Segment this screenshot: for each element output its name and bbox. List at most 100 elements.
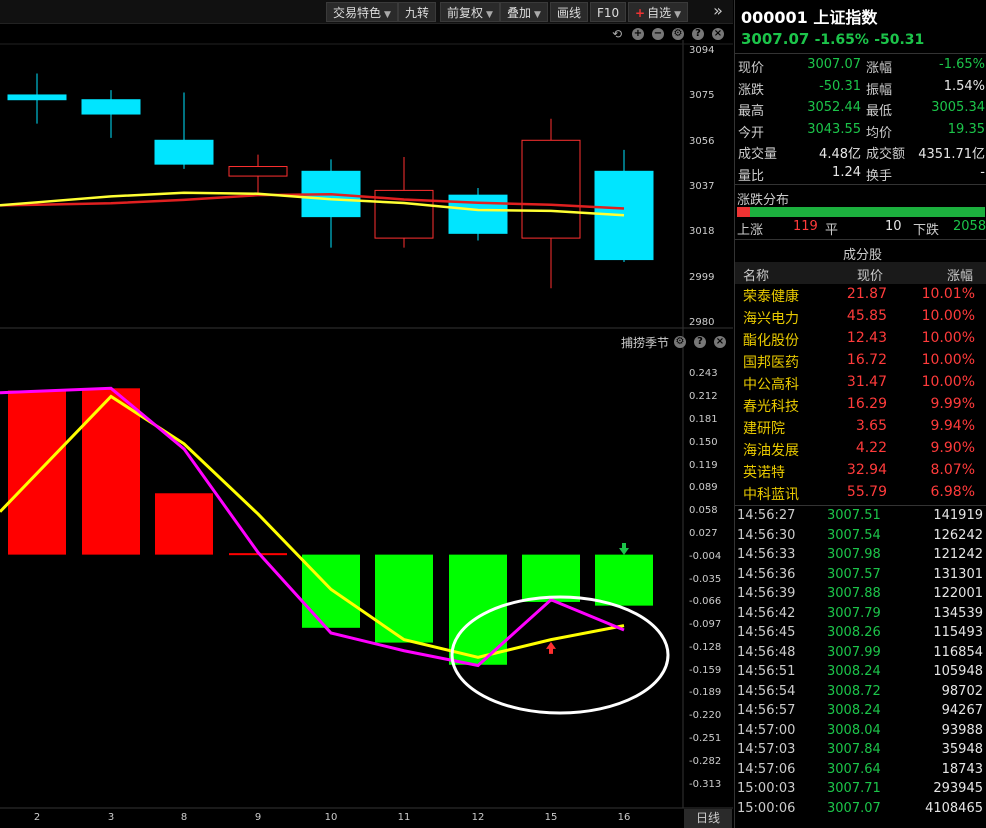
stat-label: 振幅	[866, 82, 893, 98]
candle	[7, 94, 67, 101]
indicator-tick-label: -0.220	[689, 710, 722, 722]
header-price[interactable]: 现价	[857, 265, 883, 284]
date-tick-label: 2	[33, 812, 41, 823]
indicator-name[interactable]: 捕捞季节	[621, 334, 669, 351]
indicator-tick-label: -0.004	[689, 550, 722, 562]
up-count: 119	[793, 219, 818, 234]
stat-value: -	[980, 164, 985, 180]
stat-value: 4351.71亿	[918, 147, 985, 162]
f10-button[interactable]: F10	[590, 2, 627, 22]
price-tick-label: 2999	[689, 271, 715, 283]
indicator-tick-label: -0.097	[689, 619, 722, 631]
quote-panel: 000001 上证指数 3007.07 -1.65% -50.31 现价 300…	[734, 0, 986, 828]
stat-value: 4.48亿	[819, 147, 861, 162]
stat-value: 3007.07	[807, 57, 861, 72]
stat-label: 涨跌	[738, 82, 765, 98]
adjust-button[interactable]: 前复权 ▼	[440, 2, 500, 22]
indicator-tick-label: 0.181	[689, 413, 718, 425]
help-icon[interactable]: ?	[692, 28, 704, 40]
draw-line-button[interactable]: 画线	[550, 2, 589, 22]
stat-label: 换手	[866, 168, 893, 184]
stat-value: 3052.44	[807, 100, 861, 115]
indicator-bar	[155, 493, 213, 555]
stat-value: -1.65%	[939, 57, 985, 72]
stat-value: 3005.34	[931, 100, 985, 115]
sell-arrow-icon	[619, 542, 629, 555]
indicator-tick-label: 0.150	[689, 436, 718, 448]
indicator-tick-label: 0.119	[689, 459, 718, 471]
stat-label: 涨幅	[866, 61, 893, 76]
indicator-tick-label: -0.282	[689, 756, 722, 768]
watchlist-button[interactable]: + 自选 ▼	[628, 2, 688, 22]
indicator-close-icon[interactable]: ×	[714, 336, 726, 348]
trade-feature-button[interactable]: 交易特色 ▼	[326, 2, 398, 22]
indicator-settings-icon[interactable]: ⚙	[674, 336, 686, 348]
indicator-tick-label: 0.089	[689, 481, 718, 493]
refresh-icon[interactable]: ⟲	[612, 27, 622, 41]
indicator-bar	[302, 554, 360, 628]
plus-icon: +	[635, 6, 646, 20]
down-count: 2058	[953, 219, 986, 234]
indicator-bar	[82, 388, 140, 555]
price-tick-label: 3094	[689, 45, 715, 56]
date-tick-label: 11	[397, 812, 411, 823]
indicator-tick-label: -0.189	[689, 687, 722, 699]
flat-count: 10	[885, 219, 902, 234]
stat-label: 成交量	[738, 147, 778, 162]
up-label: 上涨	[737, 223, 764, 238]
dist-bar	[737, 207, 985, 217]
price-tick-label: 3075	[689, 90, 715, 102]
stat-value: 1.24	[832, 164, 861, 180]
date-tick-label: 12	[471, 812, 485, 823]
indicator-tick-label: -0.128	[689, 642, 722, 654]
candle	[81, 99, 141, 115]
expand-chevrons-icon[interactable]: »	[706, 2, 730, 22]
period-button[interactable]: 日线	[684, 809, 732, 828]
date-tick-label: 9	[254, 812, 262, 823]
indicator-tick-label: 0.212	[689, 390, 718, 402]
date-tick-label: 16	[617, 812, 631, 823]
indicator-tick-label: -0.159	[689, 665, 722, 677]
buy-arrow-icon	[546, 641, 556, 654]
indicator-help-icon[interactable]: ?	[694, 336, 706, 348]
chart-toolbar: 交易特色 ▼ 九转 前复权 ▼ 叠加 ▼ 画线 F10 + 自选 ▼ »	[0, 0, 733, 24]
candle	[521, 139, 581, 239]
stat-value: 19.35	[947, 121, 985, 137]
nine-turn-button[interactable]: 九转	[398, 2, 437, 22]
price-tick-label: 3037	[689, 181, 715, 192]
zoom-out-icon[interactable]: −	[652, 28, 664, 40]
candle	[594, 170, 654, 261]
overlay-button[interactable]: 叠加 ▼	[500, 2, 548, 22]
indicator-bar	[522, 554, 580, 602]
indicator-bar	[595, 554, 653, 606]
date-tick-label: 10	[324, 812, 338, 823]
indicator-tick-label: 0.058	[689, 504, 718, 516]
price-tick-label: 3018	[689, 226, 715, 238]
stat-label: 量比	[738, 168, 765, 184]
close-icon[interactable]: ×	[712, 28, 724, 40]
stat-label: 均价	[866, 125, 893, 141]
stat-value: 1.54%	[943, 78, 985, 94]
header-change[interactable]: 涨幅	[947, 265, 973, 284]
settings-icon[interactable]: ⚙	[672, 28, 684, 40]
candle	[228, 166, 288, 177]
stat-label: 最高	[738, 104, 765, 119]
stat-value: -50.31	[819, 78, 861, 94]
stat-value: 3043.55	[807, 121, 861, 137]
indicator-tick-label: 0.027	[689, 527, 718, 539]
header-name[interactable]: 名称	[743, 265, 769, 284]
candle	[154, 139, 214, 165]
indicator-tick-label: -0.251	[689, 733, 722, 745]
price-tick-label: 3056	[689, 135, 715, 147]
stat-label: 现价	[738, 61, 765, 76]
date-tick-label: 3	[107, 812, 115, 823]
dist-title: 涨跌分布	[737, 193, 790, 208]
kline-chart	[0, 73, 654, 289]
indicator-chart	[0, 386, 670, 715]
constituents-title: 成分股	[843, 248, 883, 263]
indicator-tick-label: -0.313	[689, 779, 722, 790]
stat-label: 成交额	[866, 147, 906, 162]
chart-area[interactable]	[0, 24, 733, 828]
zoom-in-icon[interactable]: +	[632, 28, 644, 40]
index-title: 000001 上证指数	[741, 8, 878, 27]
